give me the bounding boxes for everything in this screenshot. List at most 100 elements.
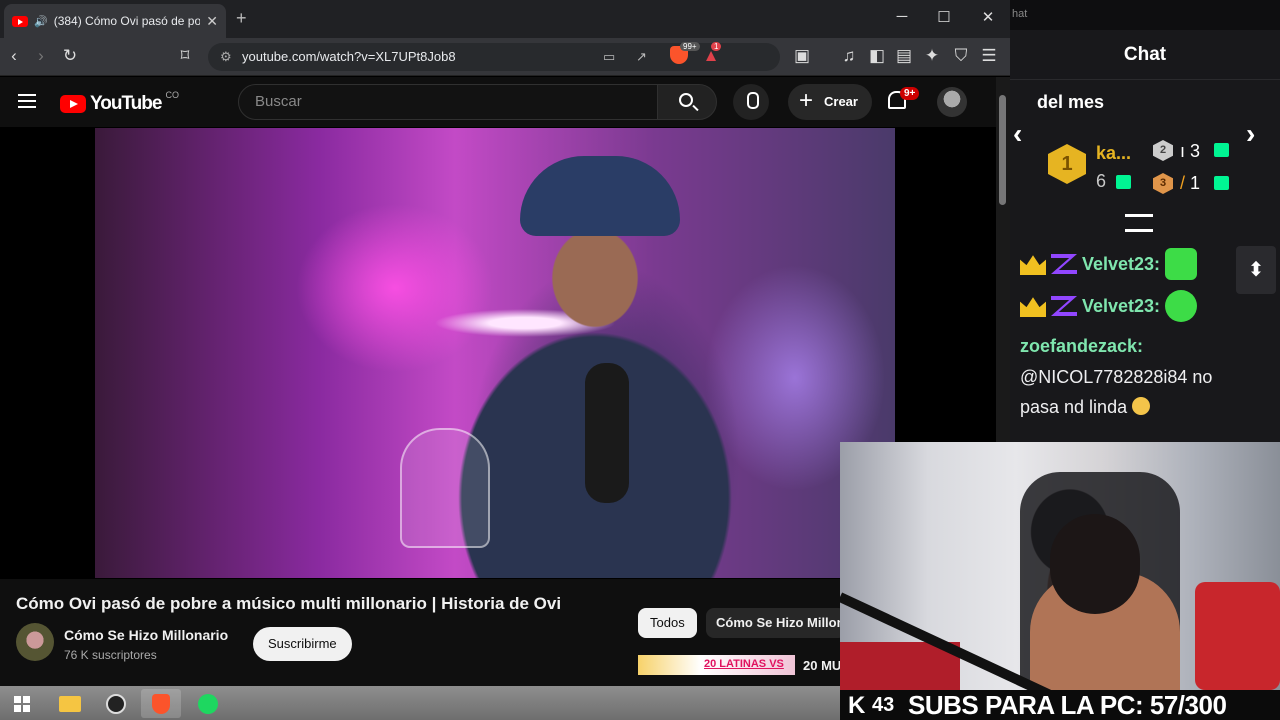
vpn-icon[interactable]: ⛉: [950, 46, 972, 66]
notifications-badge: 9+: [900, 87, 920, 100]
leaderboard-next-icon[interactable]: ›: [1246, 118, 1255, 150]
subscribe-button[interactable]: Suscribirme: [253, 627, 352, 661]
youtube-favicon-icon: [12, 15, 28, 27]
maximize-button[interactable]: ☐: [934, 8, 954, 26]
wallet-icon[interactable]: ▤: [893, 46, 915, 66]
chat-message: Velvet23:: [1020, 290, 1198, 322]
browser-tab-youtube[interactable]: 🔊 (384) Cómo Ovi pasó de pobre a músico …: [4, 4, 226, 38]
chat-header: Chat: [1010, 30, 1280, 80]
reload-icon[interactable]: ↻: [59, 46, 81, 66]
browser-tab-bar: 🔊 (384) Cómo Ovi pasó de pobre a músico …: [0, 0, 1010, 38]
video-frame[interactable]: [95, 128, 895, 578]
viewer-count: 43: [872, 694, 895, 716]
back-icon[interactable]: ‹: [3, 46, 25, 66]
minimize-button[interactable]: ─: [892, 8, 912, 25]
rank-3-badge: 3: [1153, 173, 1173, 194]
collapse-leaderboard-icon[interactable]: [1125, 214, 1153, 232]
gift-icon: [1214, 143, 1229, 157]
taskbar-brave[interactable]: [141, 689, 181, 718]
rank-1-badge: 1: [1048, 144, 1086, 184]
cast-icon[interactable]: ▭: [603, 43, 615, 71]
brave-icon: [152, 693, 170, 714]
youtube-logo[interactable]: YouTube CO: [60, 90, 179, 115]
folder-icon: [59, 695, 81, 712]
search-button[interactable]: [657, 84, 717, 120]
video-title: Cómo Ovi pasó de pobre a músico multi mi…: [16, 594, 562, 613]
windows-taskbar: [0, 686, 840, 720]
media-icon[interactable]: ♫: [838, 46, 860, 66]
rank-1-name[interactable]: ka...: [1096, 143, 1131, 164]
leaderboard-prev-icon[interactable]: ‹: [1013, 118, 1022, 150]
account-avatar[interactable]: [937, 87, 967, 117]
obs-icon: [106, 693, 126, 714]
windows-logo-icon: [14, 695, 30, 712]
close-tab-icon[interactable]: ✕: [206, 13, 218, 30]
chip-channel[interactable]: Cómo Se Hizo Millonario: [706, 608, 846, 638]
country-code: CO: [165, 90, 179, 100]
guide-menu-icon[interactable]: [18, 94, 36, 108]
rank-2-badge: 2: [1153, 140, 1173, 161]
window-close-button[interactable]: ✕: [978, 8, 998, 26]
search-input[interactable]: Buscar: [238, 84, 658, 120]
z-badge-icon: [1051, 254, 1077, 274]
emote-icon: [1165, 248, 1198, 280]
chat-username[interactable]: Velvet23:: [1082, 296, 1160, 317]
subs-goal-text: SUBS PARA LA PC: 57/300: [908, 690, 1227, 720]
voice-search-icon[interactable]: [733, 84, 769, 120]
webcam-overlay: [840, 442, 1280, 690]
spotify-icon: [198, 693, 218, 714]
crown-badge-icon: [1020, 297, 1046, 317]
channel-name[interactable]: Cómo Se Hizo Millonario: [64, 627, 228, 643]
start-button[interactable]: [2, 689, 42, 718]
forward-icon[interactable]: ›: [30, 46, 52, 66]
chat-username[interactable]: zoefandezack:: [1020, 336, 1143, 357]
browser-toolbar: ‹ › ↻ ⌑ ⚙ youtube.com/watch?v=XL7UPt8Job…: [0, 38, 1010, 76]
subs-goal-bar: K 43 SUBS PARA LA PC: 57/300: [840, 690, 1280, 720]
cam-red-chair: [1195, 582, 1280, 690]
scrollbar-thumb[interactable]: [999, 95, 1006, 205]
taskbar-spotify[interactable]: [188, 689, 228, 718]
chat-username[interactable]: Velvet23:: [1082, 254, 1160, 275]
rank-2-count: ı 3: [1180, 141, 1201, 161]
chat-window-title: hat: [1010, 0, 1280, 30]
rank-3-count: / 1: [1180, 173, 1201, 193]
kick-logo-icon: K: [848, 692, 866, 719]
crown-badge-icon: [1020, 255, 1046, 275]
youtube-header: YouTube CO Buscar Crear 9+: [0, 77, 996, 127]
new-tab-button[interactable]: +: [236, 8, 247, 29]
create-button[interactable]: Crear: [788, 83, 872, 120]
speaker-icon[interactable]: 🔊: [34, 15, 48, 28]
menu-icon[interactable]: ☰: [978, 46, 1000, 66]
chip-all[interactable]: Todos: [638, 608, 697, 638]
gift-icon: [1116, 175, 1131, 189]
thumbnail-text: 20 LATINAS VS: [704, 658, 784, 670]
tab-title: (384) Cómo Ovi pasó de pobre a músico mu…: [53, 14, 201, 28]
z-badge-icon: [1051, 296, 1077, 316]
leo-ai-icon[interactable]: ✦: [921, 46, 943, 66]
recommended-title[interactable]: 20 MU: [803, 658, 841, 673]
url-text: youtube.com/watch?v=XL7UPt8Job8: [242, 49, 456, 64]
site-settings-icon[interactable]: ⚙: [220, 43, 232, 71]
brave-shields-badge: 99+: [680, 42, 700, 51]
reader-mode-icon[interactable]: ▣: [791, 46, 813, 66]
share-icon[interactable]: ↗: [636, 43, 647, 71]
channel-avatar[interactable]: [16, 623, 54, 661]
search-icon: [679, 93, 693, 107]
recommended-thumbnail[interactable]: 20 LATINAS VS: [638, 655, 795, 675]
rank-1-count: 6: [1096, 171, 1107, 191]
chat-panel: hat Chat del mes ‹ › 1 ka... 6 2 ı 3 3 /…: [1010, 0, 1280, 442]
emote-icon: [1165, 290, 1198, 322]
video-microphone: [585, 363, 629, 503]
taskbar-obs[interactable]: [96, 689, 136, 718]
cam-person-head: [1050, 514, 1140, 614]
youtube-wordmark: YouTube: [90, 93, 162, 114]
leaderboard-title: del mes: [1037, 92, 1105, 112]
chat-message-body: @NICOL7782828i84 no pasa nd linda: [1020, 367, 1213, 417]
sidebar-icon[interactable]: ◧: [866, 46, 888, 66]
taskbar-file-explorer[interactable]: [50, 689, 90, 718]
video-glass: [400, 428, 490, 548]
pin-icon[interactable]: ⬍: [1236, 246, 1276, 294]
chat-message: Velvet23:: [1020, 248, 1198, 280]
bookmark-icon[interactable]: ⌑: [174, 46, 196, 66]
smile-emoji-icon: [1132, 397, 1151, 415]
